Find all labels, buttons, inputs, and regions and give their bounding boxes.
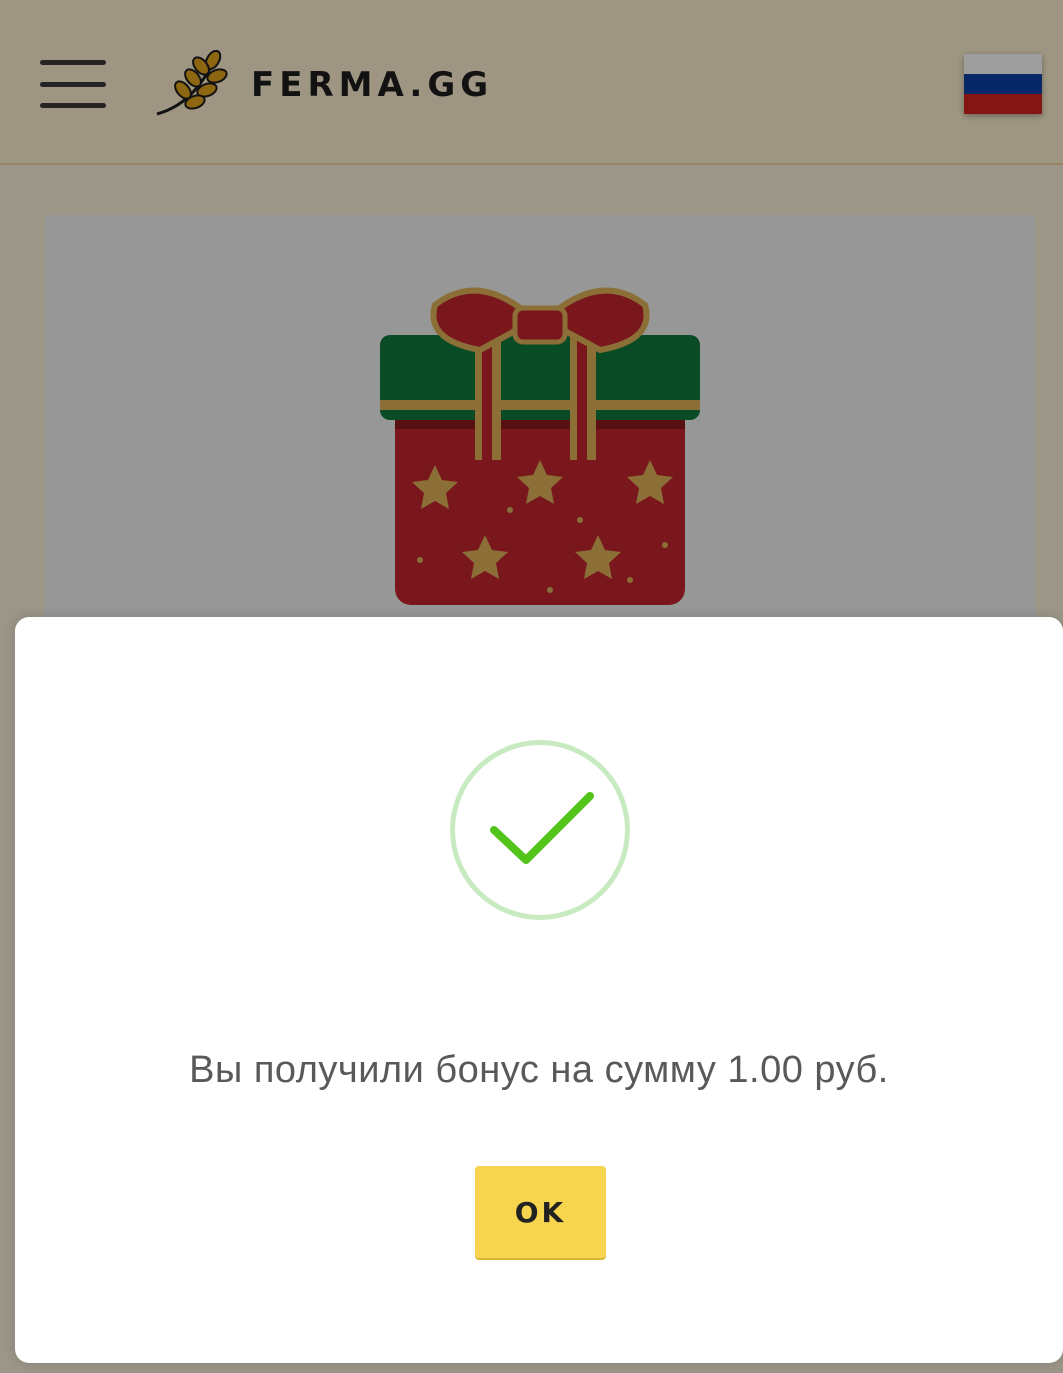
ok-button[interactable]: OK [475,1166,606,1258]
dialog-message: Вы получили бонус на сумму 1.00 руб. [189,1049,889,1091]
success-circle [450,740,630,920]
success-dialog: Вы получили бонус на сумму 1.00 руб. OK [15,617,1063,1363]
checkmark-icon [490,792,594,864]
